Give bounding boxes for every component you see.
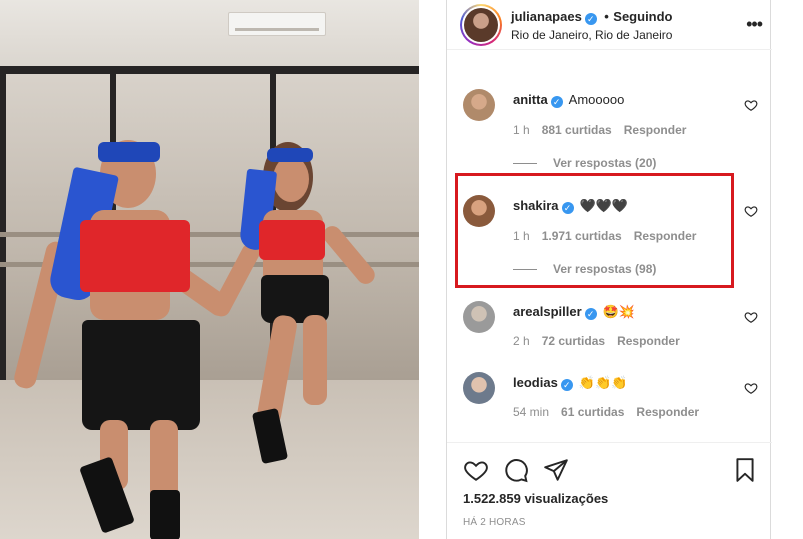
verified-badge-icon: ✓ [560,379,573,391]
reply-button[interactable]: Responder [617,334,680,348]
comment-likes[interactable]: 61 curtidas [561,405,624,419]
highlight-box [455,173,734,288]
post-actions: 1.522.859 visualizações HÁ 2 HORAS [447,442,772,539]
share-send-icon[interactable] [543,457,569,483]
view-replies-button[interactable]: Ver respostas (20) [513,156,656,170]
comment-text: 👏👏👏 [578,375,628,390]
comment-meta: 2 h 72 curtidas Responder [513,334,692,348]
comment-bubble-icon[interactable] [503,457,529,483]
comment-time[interactable]: 2 h [513,334,530,348]
dancer-right [209,140,395,480]
comment-time[interactable]: 1 h [513,123,530,137]
comment-avatar[interactable] [463,301,495,333]
comment-text: 🤩💥 [602,304,636,319]
comment-meta: 1 h 881 curtidas Responder [513,123,698,137]
verified-badge-icon: ✓ [584,13,597,25]
comment-username[interactable]: leodias [513,375,558,390]
heart-icon[interactable] [744,381,758,395]
post-time[interactable]: HÁ 2 HORAS [463,517,526,528]
reply-button[interactable]: Responder [624,123,687,137]
like-heart-icon[interactable] [463,457,489,483]
reply-button[interactable]: Responder [636,405,699,419]
page: julianapaes ✓ • Seguindo Rio de Janeiro, … [0,0,803,539]
views-count[interactable]: 1.522.859 visualizações [463,491,608,506]
post-location[interactable]: Rio de Janeiro, Rio de Janeiro [511,28,672,42]
comment-item: anitta ✓ Amooooo 1 h 881 curtidas Responder … [447,88,772,170]
comment-username[interactable]: anitta [513,92,548,107]
verified-badge-icon: ✓ [584,308,597,320]
comment-likes[interactable]: 881 curtidas [542,123,612,137]
view-replies-label: Ver respostas (20) [553,156,657,170]
comment-meta: 54 min 61 curtidas Responder [513,405,711,419]
dancer-left [12,130,235,539]
comment-avatar[interactable] [463,372,495,404]
post-header: julianapaes ✓ • Seguindo Rio de Janeiro, … [447,0,772,50]
comment-time[interactable]: 54 min [513,405,549,419]
video-ac-unit [228,12,326,36]
video-mirror-frame [0,66,419,74]
bookmark-icon[interactable] [732,457,758,483]
comment-likes[interactable]: 72 curtidas [542,334,605,348]
comment-item: leodias ✓ 👏👏👏 54 min 61 curtidas Responder [447,371,772,427]
author-username[interactable]: julianapaes [511,9,582,24]
separator: • [604,9,609,24]
heart-icon[interactable] [744,98,758,112]
video-player[interactable] [0,0,419,539]
video-ceiling [0,0,419,70]
comment-username[interactable]: arealspiller [513,304,582,319]
verified-badge-icon: ✓ [550,96,563,108]
author-avatar[interactable] [460,4,502,46]
heart-icon[interactable] [744,310,758,324]
comment-item: arealspiller ✓ 🤩💥 2 h 72 curtidas Responder [447,300,772,356]
heart-icon[interactable] [744,204,758,218]
replies-divider [513,163,537,165]
comment-text: Amooooo [568,92,625,107]
follow-status-button[interactable]: Seguindo [613,9,672,24]
comment-avatar[interactable] [463,89,495,121]
more-horizontal-icon[interactable]: ••• [746,14,763,35]
